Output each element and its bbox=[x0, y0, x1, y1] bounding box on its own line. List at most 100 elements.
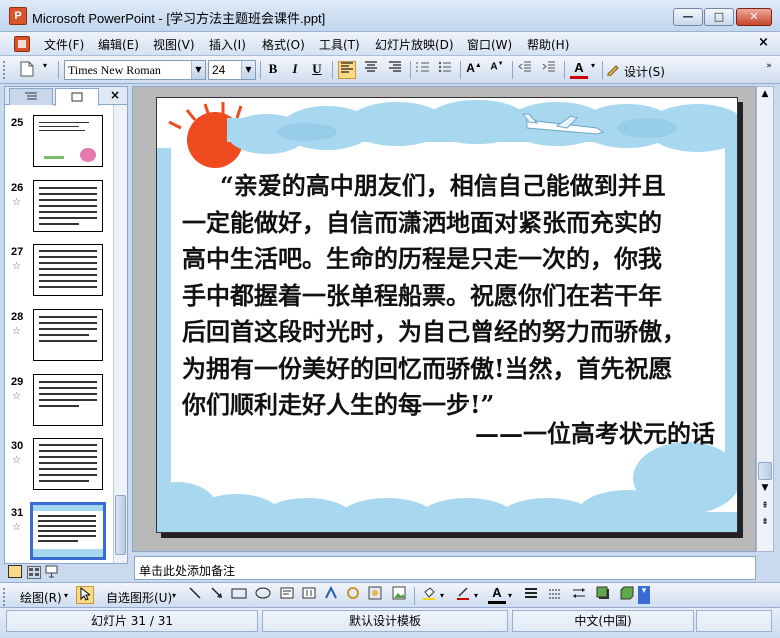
bold-button[interactable]: B bbox=[264, 61, 282, 79]
underline-button[interactable]: U bbox=[308, 61, 326, 79]
slide-thumbnail-image[interactable] bbox=[33, 374, 103, 426]
diagram-icon[interactable] bbox=[344, 586, 362, 604]
picture-icon[interactable] bbox=[390, 586, 408, 604]
notes-pane[interactable]: 单击此处添加备注 bbox=[134, 556, 756, 580]
scroll-up-icon[interactable]: ▲ bbox=[757, 89, 773, 99]
clip-art-icon[interactable] bbox=[366, 586, 384, 604]
arrow-style-icon[interactable] bbox=[570, 586, 588, 604]
font-color-chevron-down-icon[interactable]: ▾ bbox=[588, 61, 598, 79]
slide-thumbnail-image[interactable] bbox=[33, 115, 103, 167]
wordart-icon[interactable] bbox=[322, 585, 340, 604]
scroll-down-icon[interactable]: ▼ bbox=[757, 483, 773, 493]
slide-sorter-icon[interactable] bbox=[26, 566, 41, 579]
toolbar-separator bbox=[410, 61, 411, 79]
slide-canvas[interactable]: “亲爱的高中朋友们，相信自己能做到并且 一定能做好，自信而潇洒地面对紧张而充实的… bbox=[156, 97, 738, 533]
toolbar-options-icon[interactable]: ▾ bbox=[36, 61, 54, 79]
chevron-down-icon[interactable]: ▾ bbox=[64, 591, 68, 600]
align-center-button[interactable] bbox=[362, 61, 380, 79]
slides-panel-scrollbar[interactable] bbox=[113, 105, 127, 563]
previous-slide-icon[interactable]: ⇞ bbox=[757, 501, 773, 511]
slide-thumbnail-28[interactable]: 28 ☆ bbox=[5, 309, 113, 371]
vertical-text-box-icon[interactable] bbox=[300, 586, 318, 604]
menu-window[interactable]: 窗口(W) bbox=[467, 36, 512, 53]
close-button[interactable]: ✕ bbox=[736, 8, 772, 26]
decrease-font-size-icon[interactable]: A▼ bbox=[488, 61, 506, 79]
chevron-down-icon[interactable]: ▼ bbox=[241, 61, 255, 79]
tab-slides[interactable] bbox=[55, 88, 99, 106]
align-right-button[interactable] bbox=[386, 61, 404, 79]
scrollbar-thumb[interactable] bbox=[115, 495, 126, 555]
slide-thumbnail-30[interactable]: 30 ☆ bbox=[5, 438, 113, 500]
line-tool-icon[interactable] bbox=[186, 586, 204, 604]
font-color-icon[interactable]: A bbox=[570, 61, 588, 79]
toolbar-overflow-icon[interactable]: » bbox=[760, 61, 778, 79]
select-pointer-icon[interactable] bbox=[76, 586, 94, 604]
design-icon[interactable] bbox=[606, 62, 620, 80]
menu-format[interactable]: 格式(O) bbox=[262, 36, 305, 53]
slide-scrollbar[interactable]: ▲ ▼ ⇞ ⇟ bbox=[756, 86, 774, 552]
chevron-down-icon[interactable]: ▾ bbox=[172, 591, 176, 600]
document-close-icon[interactable]: × bbox=[758, 35, 769, 50]
slide-thumbnail-image[interactable] bbox=[33, 244, 103, 296]
dash-style-icon[interactable] bbox=[546, 586, 564, 604]
shadow-style-icon[interactable] bbox=[594, 586, 612, 604]
next-slide-icon[interactable]: ⇟ bbox=[757, 517, 773, 527]
new-document-icon[interactable] bbox=[18, 61, 36, 79]
font-name-select[interactable]: Times New Roman ▼ bbox=[64, 60, 206, 80]
slide-signature[interactable]: ——一位高考状元的话 bbox=[475, 414, 715, 449]
maximize-button[interactable]: □ bbox=[704, 8, 734, 26]
chevron-down-icon[interactable]: ▾ bbox=[474, 591, 478, 600]
minimize-button[interactable]: — bbox=[673, 8, 703, 26]
powerpoint-app-icon[interactable]: P bbox=[9, 7, 27, 25]
design-button[interactable]: 设计(S) bbox=[624, 63, 665, 80]
font-size-select[interactable]: 24 ▼ bbox=[208, 60, 256, 80]
slide-body-text[interactable]: “亲爱的高中朋友们，相信自己能做到并且 一定能做好，自信而潇洒地面对紧张而充实的… bbox=[182, 168, 710, 424]
toolbar-grip[interactable] bbox=[3, 61, 6, 79]
line-style-icon[interactable] bbox=[522, 586, 540, 604]
menu-insert[interactable]: 插入(I) bbox=[209, 36, 246, 53]
slide-thumbnail-27[interactable]: 27 ☆ bbox=[5, 244, 113, 306]
tab-outline[interactable] bbox=[9, 88, 53, 105]
slide-thumbnail-26[interactable]: 26 ☆ bbox=[5, 180, 113, 242]
arrow-tool-icon[interactable] bbox=[208, 586, 226, 604]
toolbar-options-icon[interactable]: ▾ bbox=[638, 586, 650, 604]
italic-button[interactable]: I bbox=[286, 61, 304, 79]
slide-thumbnail-image[interactable] bbox=[33, 438, 103, 490]
menu-tools[interactable]: 工具(T) bbox=[319, 36, 360, 53]
slide-thumbnail-image[interactable] bbox=[33, 309, 103, 361]
slide-thumbnail-image[interactable] bbox=[33, 180, 103, 232]
toolbar-grip[interactable] bbox=[3, 588, 6, 606]
rectangle-tool-icon[interactable] bbox=[230, 586, 248, 604]
fill-color-icon[interactable] bbox=[420, 586, 438, 604]
chevron-down-icon[interactable]: ▾ bbox=[440, 591, 444, 600]
chevron-down-icon[interactable]: ▾ bbox=[508, 591, 512, 600]
panel-close-icon[interactable]: × bbox=[110, 88, 120, 102]
oval-tool-icon[interactable] bbox=[254, 586, 272, 604]
3d-style-icon[interactable] bbox=[618, 586, 636, 604]
slide-thumbnail-31[interactable]: 31 ☆ bbox=[5, 502, 113, 567]
menu-help[interactable]: 帮助(H) bbox=[527, 36, 569, 53]
numbering-icon[interactable] bbox=[414, 61, 432, 79]
document-icon[interactable] bbox=[14, 36, 30, 52]
scrollbar-thumb[interactable] bbox=[758, 462, 772, 480]
align-left-button[interactable] bbox=[338, 61, 356, 79]
menu-file[interactable]: 文件(F) bbox=[44, 36, 84, 53]
chevron-down-icon[interactable]: ▼ bbox=[191, 61, 205, 79]
slide-thumbnail-25[interactable]: 25 bbox=[5, 115, 113, 177]
autoshapes-button[interactable]: 自选图形(U) bbox=[106, 589, 172, 606]
menu-edit[interactable]: 编辑(E) bbox=[98, 36, 139, 53]
decrease-indent-icon[interactable] bbox=[516, 61, 534, 79]
draw-menu-button[interactable]: 绘图(R) bbox=[20, 589, 62, 606]
slide-thumbnail-29[interactable]: 29 ☆ bbox=[5, 374, 113, 436]
slide-thumbnail-image-selected[interactable] bbox=[30, 502, 106, 560]
menu-slideshow[interactable]: 幻灯片放映(D) bbox=[375, 36, 454, 53]
slideshow-icon[interactable] bbox=[45, 565, 59, 578]
draw-font-color-icon[interactable]: A bbox=[488, 586, 506, 604]
normal-view-icon[interactable] bbox=[8, 565, 22, 578]
bullets-icon[interactable] bbox=[436, 61, 454, 79]
text-box-icon[interactable] bbox=[278, 586, 296, 604]
increase-indent-icon[interactable] bbox=[540, 61, 558, 79]
line-color-icon[interactable] bbox=[454, 586, 472, 604]
increase-font-size-icon[interactable]: A▲ bbox=[465, 61, 483, 79]
menu-view[interactable]: 视图(V) bbox=[153, 36, 195, 53]
